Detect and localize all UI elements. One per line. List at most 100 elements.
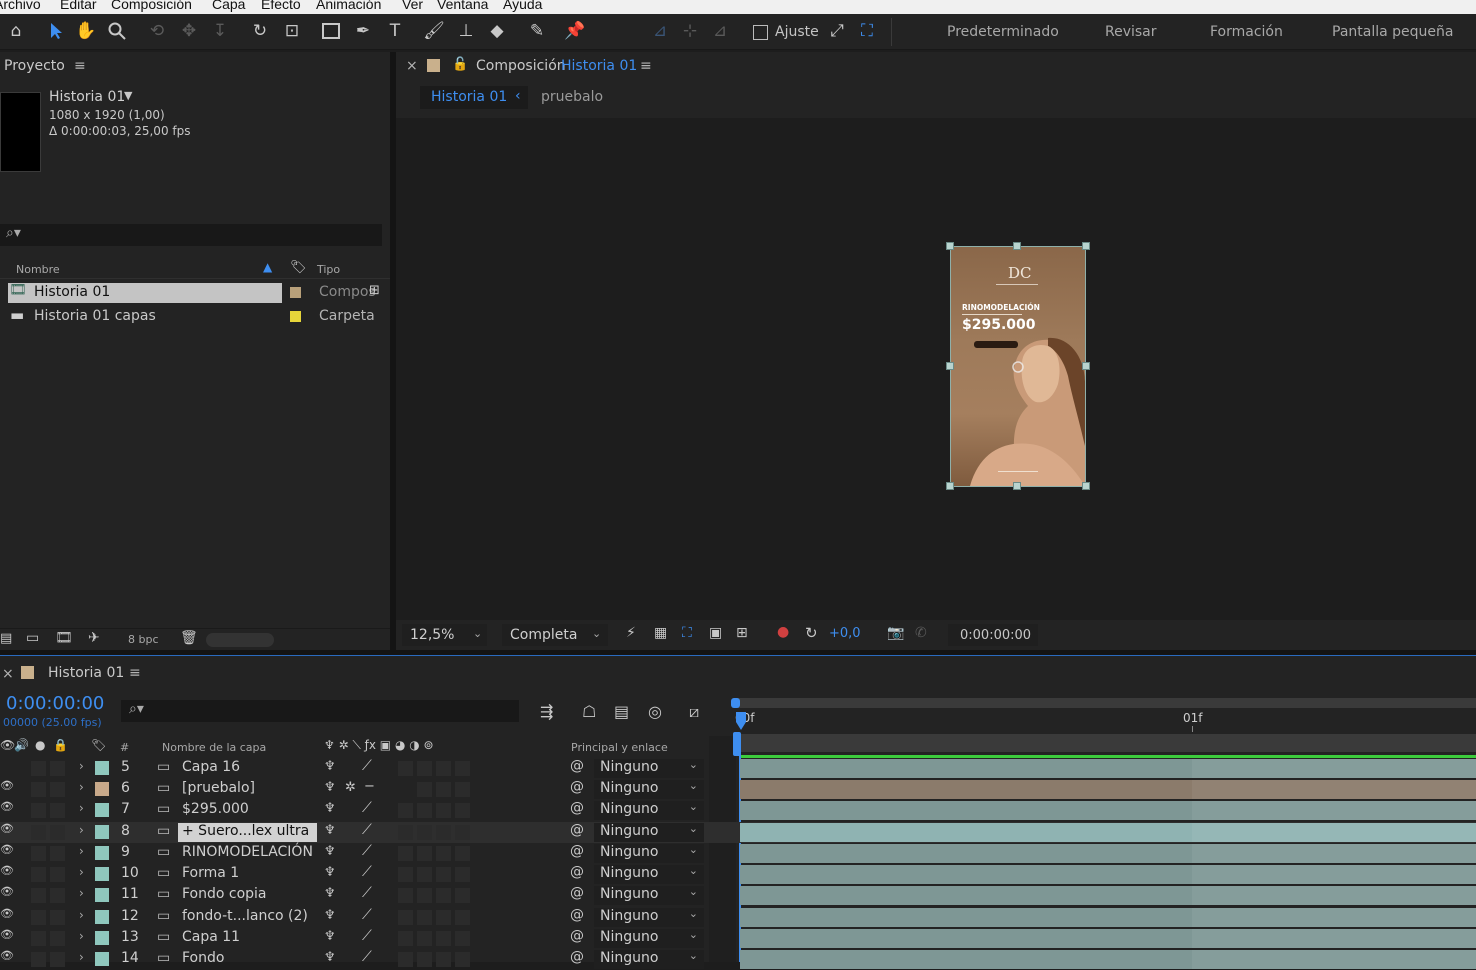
breadcrumb-precomp[interactable]: pruebalo (541, 89, 603, 105)
layer-row[interactable]: 👁 › 9 ▭ RINOMODELACIÓN ♆ ⟋ @ Ninguno ⌄ (0, 843, 1476, 864)
thumbnail-slider[interactable] (206, 633, 274, 647)
lock-toggle[interactable] (50, 782, 65, 797)
zoom-icon[interactable] (105, 19, 129, 43)
switch-box[interactable] (455, 846, 470, 861)
eye-icon[interactable]: 👁 (0, 949, 14, 962)
transform-handle[interactable] (946, 242, 954, 250)
chevron-right-icon[interactable]: › (79, 886, 84, 900)
switch-box[interactable] (417, 825, 432, 840)
layer-label-swatch[interactable] (95, 846, 109, 860)
rectangle-icon[interactable] (319, 19, 343, 43)
shy-switch-icon[interactable]: ♆ (324, 908, 336, 923)
menu-ayuda[interactable]: Ayuda (503, 0, 542, 12)
world-axis-icon[interactable]: ⊹ (678, 19, 702, 43)
composition-viewer[interactable]: DC RINOMODELACIÓN $295.000 (396, 118, 1476, 620)
sort-ascending-icon[interactable]: ▲ (263, 260, 272, 274)
pen-icon[interactable]: ✒ (351, 19, 375, 43)
layer-row[interactable]: 👁 › 6 ▭ [pruebalo] ♆ ✲−− @ Ninguno ⌄ (0, 779, 1476, 800)
pickwhip-icon[interactable]: @ (570, 843, 584, 859)
solo-toggle[interactable] (31, 867, 46, 882)
col-parent[interactable]: Principal y enlace (571, 741, 668, 754)
stamp-icon[interactable]: ⊥ (454, 19, 478, 43)
reset-exposure-icon[interactable]: ↻ (805, 624, 818, 642)
parent-dropdown[interactable]: Ninguno ⌄ (594, 758, 704, 778)
solo-toggle[interactable] (31, 803, 46, 818)
lock-toggle[interactable] (50, 803, 65, 818)
timeline-tab[interactable]: Historia 01 (48, 665, 124, 681)
flowchart-icon[interactable]: ⊞ (369, 283, 380, 298)
snap-options-icon[interactable]: ⤢ (825, 19, 849, 43)
label-swatch[interactable] (290, 311, 301, 322)
layer-label-swatch[interactable] (95, 825, 109, 839)
solo-toggle[interactable] (31, 952, 46, 967)
chevron-right-icon[interactable]: › (79, 759, 84, 773)
new-folder-icon[interactable]: ▭ (26, 630, 39, 646)
orbit-icon[interactable]: ⟲ (145, 19, 169, 43)
layer-label-swatch[interactable] (95, 952, 109, 966)
parent-dropdown[interactable]: Ninguno ⌄ (594, 928, 704, 948)
transform-handle[interactable] (1082, 362, 1090, 370)
switch-box[interactable] (455, 803, 470, 818)
mask-path-icon[interactable]: ⛶ (682, 625, 692, 641)
switch-box[interactable] (417, 761, 432, 776)
switch-box[interactable] (398, 867, 413, 882)
layer-name[interactable]: [pruebalo] (182, 780, 255, 796)
lock-toggle[interactable] (50, 910, 65, 925)
visibility-column-icon[interactable]: 👁 (0, 738, 15, 752)
lock-toggle[interactable] (50, 931, 65, 946)
switch-box[interactable] (417, 931, 432, 946)
switch-box[interactable] (417, 952, 432, 967)
interpret-footage-icon[interactable]: ▤ (0, 631, 12, 646)
guides-grid-icon[interactable]: ⊞ (736, 625, 748, 641)
solo-column-icon[interactable]: ● (35, 738, 45, 752)
quality-switch-icon[interactable]: ⟋ (362, 928, 372, 944)
eye-icon[interactable]: 👁 (0, 843, 14, 856)
parent-dropdown[interactable]: Ninguno ⌄ (594, 907, 704, 927)
eye-icon[interactable]: 👁 (0, 885, 14, 898)
layer-name[interactable]: fondo-t...lanco (2) (182, 908, 308, 924)
switch-box[interactable] (398, 761, 413, 776)
switch-box[interactable] (455, 910, 470, 925)
transform-handle[interactable] (946, 362, 954, 370)
fast-preview-icon[interactable]: ⚡ (626, 625, 636, 641)
quality-switch-icon[interactable]: ⟋ (362, 907, 372, 923)
graph-editor-icon[interactable]: ⧄ (689, 702, 699, 722)
quality-switch-icon[interactable]: ⟋ (362, 864, 372, 880)
menu-efecto[interactable]: Efecto (261, 0, 301, 12)
solo-toggle[interactable] (31, 910, 46, 925)
menu-capa[interactable]: Capa (212, 0, 245, 12)
switch-box[interactable] (436, 825, 451, 840)
solo-toggle[interactable] (31, 825, 46, 840)
quality-switch-icon[interactable]: ⟋ (362, 758, 372, 774)
solo-toggle[interactable] (31, 782, 46, 797)
switch-box[interactable] (455, 867, 470, 882)
label-swatch[interactable] (290, 287, 301, 298)
switch-box[interactable] (455, 782, 470, 797)
col-layer-name[interactable]: Nombre de la capa (162, 741, 266, 754)
workspace-formacion[interactable]: Formación (1210, 24, 1283, 40)
color-channels-icon[interactable]: ● (777, 624, 789, 640)
menu-composicion[interactable]: Composición (111, 0, 192, 12)
eye-icon[interactable]: 👁 (0, 928, 14, 941)
workspace-predeterminado[interactable]: Predeterminado (947, 24, 1059, 40)
project-item-folder[interactable]: ▬ Historia 01 capas Carpeta (0, 305, 388, 328)
switch-box[interactable] (455, 952, 470, 967)
brush-icon[interactable]: 🖌 (422, 19, 446, 43)
switch-box[interactable] (436, 846, 451, 861)
layer-row[interactable]: 👁 › 10 ▭ Forma 1 ♆ ⟋ @ Ninguno ⌄ (0, 864, 1476, 885)
layer-row[interactable]: › 5 ▭ Capa 16 ♆ ⟋ @ Ninguno ⌄ (0, 758, 1476, 779)
quality-switch-icon[interactable]: ⟋ (362, 885, 372, 901)
local-axis-icon[interactable]: ⊿ (648, 19, 672, 43)
transform-handle[interactable] (946, 482, 954, 490)
switch-box[interactable] (455, 888, 470, 903)
render-queue-icon[interactable]: ✈ (88, 630, 100, 646)
timeline-menu-icon[interactable]: ≡ (129, 665, 141, 681)
quality-switch-icon[interactable]: ⟋ (362, 822, 372, 838)
close-icon[interactable]: × (2, 666, 14, 682)
solo-toggle[interactable] (31, 888, 46, 903)
switch-box[interactable] (436, 782, 451, 797)
parent-dropdown[interactable]: Ninguno ⌄ (594, 822, 704, 842)
exposure-value[interactable]: +0,0 (829, 626, 861, 641)
chevron-right-icon[interactable]: › (79, 844, 84, 858)
shy-layers-icon[interactable]: ☖ (582, 702, 596, 721)
